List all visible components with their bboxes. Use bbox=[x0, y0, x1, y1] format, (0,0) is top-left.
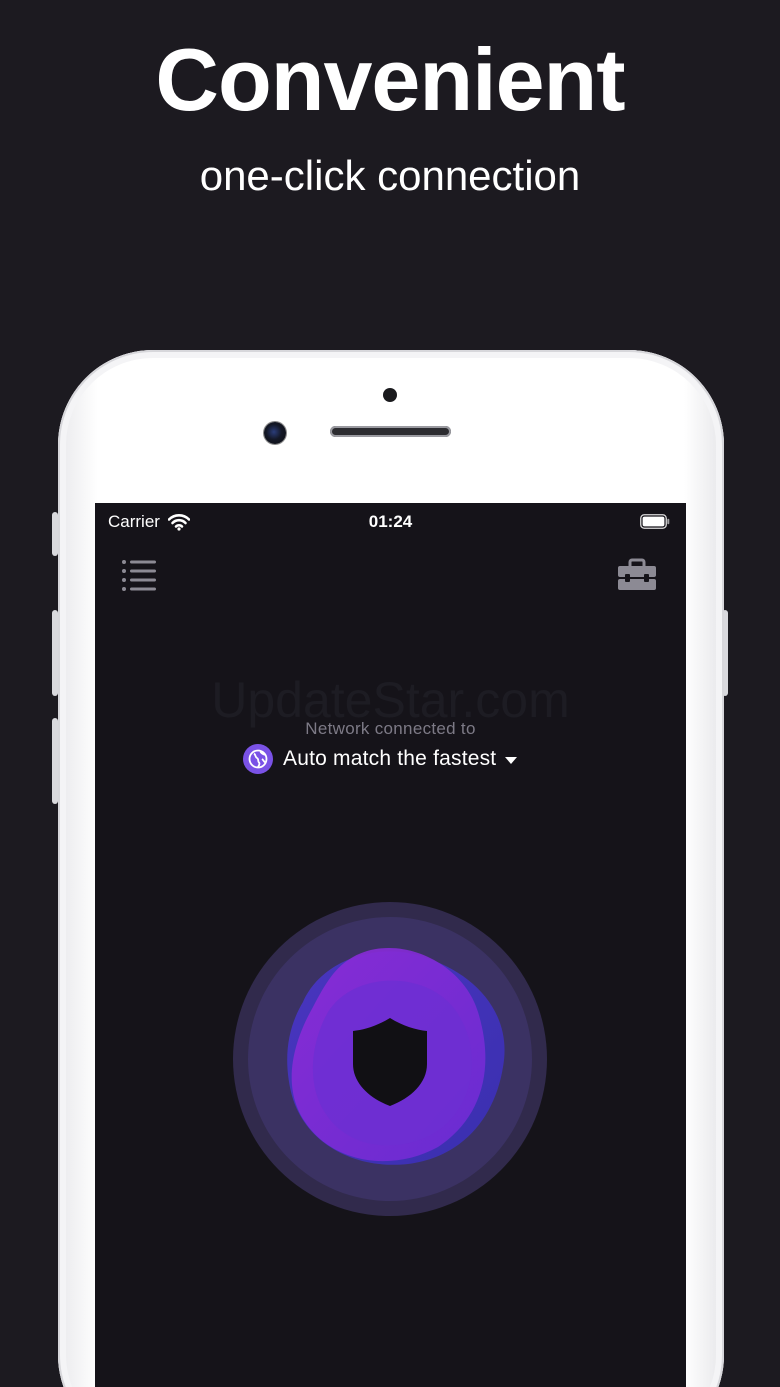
toolbox-icon[interactable] bbox=[615, 557, 659, 593]
promo-headline: Convenient bbox=[155, 30, 625, 129]
phone-earpiece bbox=[330, 426, 451, 437]
caret-down-icon bbox=[505, 756, 518, 764]
network-caption: Network connected to bbox=[305, 719, 476, 738]
status-time: 01:24 bbox=[368, 512, 413, 531]
phone-front-camera bbox=[264, 422, 286, 444]
globe-icon bbox=[243, 744, 273, 774]
server-selector[interactable]: Auto match the fastest bbox=[243, 743, 518, 775]
promo-page: Convenient one-click connection Carrier … bbox=[0, 0, 780, 1387]
battery-icon bbox=[640, 514, 670, 529]
phone-sensor bbox=[383, 388, 397, 402]
app-screen: Carrier 01:24 UpdateStar.com Network con… bbox=[95, 503, 686, 1387]
status-bar: Carrier 01:24 bbox=[95, 503, 686, 541]
promo-subheadline: one-click connection bbox=[199, 152, 581, 199]
connect-button[interactable] bbox=[233, 902, 547, 1216]
server-label: Auto match the fastest bbox=[283, 747, 497, 770]
menu-list-icon[interactable] bbox=[119, 557, 159, 593]
